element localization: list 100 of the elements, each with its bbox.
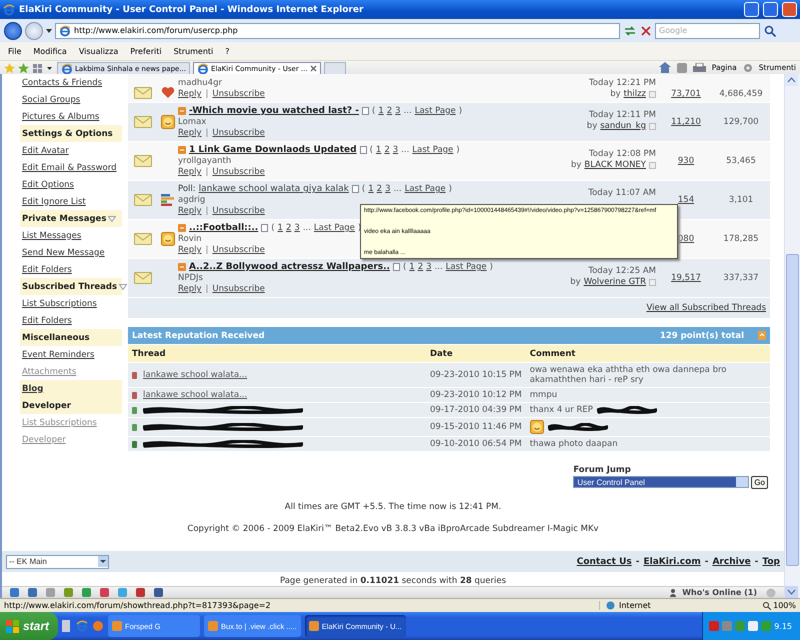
tab-grid-icon[interactable] <box>32 63 54 74</box>
page-link[interactable]: 3 <box>395 106 401 116</box>
footer-link[interactable]: ElaKiri.com <box>644 556 701 566</box>
menu-item[interactable]: Strumenti <box>168 46 220 56</box>
page-link[interactable]: 3 <box>385 184 390 194</box>
page-link[interactable]: Last Page <box>314 223 355 233</box>
page-link[interactable]: 2 <box>286 223 292 233</box>
back-button[interactable] <box>4 22 22 40</box>
replies-count[interactable]: 080 <box>678 234 694 244</box>
sidebar-link[interactable]: Edit Avatar <box>22 146 69 156</box>
page-link[interactable]: 2 <box>386 106 392 116</box>
reply-link[interactable]: Reply <box>178 89 202 99</box>
go-button[interactable]: Go <box>751 476 768 489</box>
thread-link[interactable]: lankawe school walata... <box>143 370 248 380</box>
thread-title-link[interactable]: -Which movie you watched last? - <box>189 106 359 116</box>
page-link[interactable]: 1 <box>378 106 384 116</box>
tray-icon[interactable] <box>709 621 720 631</box>
page-link[interactable]: 3 <box>294 223 300 233</box>
home-icon[interactable] <box>658 62 671 73</box>
sidebar-link[interactable]: Pictures & Albums <box>22 112 100 122</box>
page-link[interactable]: 1 <box>368 184 374 194</box>
dropdown-caret-icon[interactable] <box>119 284 128 290</box>
reply-link[interactable]: Reply <box>178 245 202 255</box>
menu-item[interactable]: Visualizza <box>72 46 124 56</box>
page-link[interactable]: 1 <box>409 262 415 272</box>
whos-online-button[interactable]: Who's Online (1) <box>670 588 757 597</box>
go-to-post-icon[interactable] <box>649 162 656 168</box>
page-link[interactable]: 3 <box>392 145 398 155</box>
scrollbar-thumb[interactable] <box>786 254 799 566</box>
page-link[interactable]: 1 <box>376 145 382 155</box>
address-field[interactable]: http://www.elakiri.com/forum/usercp.php <box>55 22 620 38</box>
stop-icon[interactable] <box>640 24 652 36</box>
menu-item[interactable]: File <box>2 46 28 56</box>
unsubscribe-link[interactable]: Unsubscribe <box>212 245 265 255</box>
page-link[interactable]: 2 <box>384 145 390 155</box>
replies-count[interactable]: 154 <box>678 195 694 205</box>
page-link[interactable]: Last Page <box>414 106 456 116</box>
section-link[interactable]: Blog <box>22 384 44 394</box>
favorites-star-icon[interactable] <box>4 63 15 74</box>
unsubscribe-link[interactable]: Unsubscribe <box>212 128 265 138</box>
replies-count[interactable]: 73,701 <box>671 89 701 99</box>
quick-launch-icon[interactable] <box>92 620 104 632</box>
page-link[interactable]: 2 <box>376 184 382 194</box>
sidebar-link[interactable]: Event Reminders <box>22 350 94 360</box>
gear-icon[interactable] <box>742 62 753 72</box>
footer-link[interactable]: Archive <box>712 556 751 566</box>
page-link[interactable]: 3 <box>426 262 432 272</box>
sidebar-link[interactable]: Social Groups <box>22 94 80 104</box>
thread-title-link[interactable]: lankawe school walata giya kalak <box>198 184 349 194</box>
last-poster-link[interactable]: thilzz <box>624 89 646 99</box>
replies-count[interactable]: 19,517 <box>671 273 701 283</box>
sidebar-link[interactable]: List Messages <box>22 230 82 240</box>
thread-title-link[interactable]: 1 Link Game Downlaods Updated <box>189 145 357 155</box>
page-link[interactable]: Last Page <box>446 262 487 272</box>
unsubscribe-link[interactable]: Unsubscribe <box>212 206 265 216</box>
go-to-post-icon[interactable] <box>649 90 656 98</box>
unsubscribe-link[interactable]: Unsubscribe <box>212 284 265 294</box>
page-link[interactable]: 1 <box>278 223 283 233</box>
sidebar-link[interactable]: Edit Ignore List <box>22 196 86 206</box>
collapse-icon[interactable] <box>758 331 766 340</box>
zoom-level[interactable]: 100% <box>773 601 796 610</box>
sidebar-link[interactable]: List Subscriptions <box>22 298 97 308</box>
sidebar-link[interactable]: List Subscriptions <box>22 418 97 428</box>
unsubscribe-link[interactable]: Unsubscribe <box>212 167 265 177</box>
add-favorite-icon[interactable] <box>18 63 29 74</box>
page-link[interactable]: 2 <box>418 262 424 272</box>
reply-link[interactable]: Reply <box>178 167 202 177</box>
last-poster-link[interactable]: sandun_kg <box>600 121 646 131</box>
thread-title-link[interactable]: ..::Football::.. <box>189 223 258 233</box>
close-icon[interactable] <box>310 65 317 72</box>
sidebar-link[interactable]: Edit Folders <box>22 264 72 274</box>
scroll-up-icon[interactable] <box>785 74 798 86</box>
maximize-button[interactable] <box>763 2 778 17</box>
search-icon[interactable] <box>763 24 777 38</box>
quick-launch-icon[interactable] <box>62 620 72 632</box>
close-button[interactable] <box>782 2 797 17</box>
unsubscribe-link[interactable]: Unsubscribe <box>212 89 265 99</box>
page-link[interactable]: Last Page <box>412 145 454 155</box>
replies-count[interactable]: 11,210 <box>671 117 701 127</box>
menu-item[interactable]: Modifica <box>27 46 73 56</box>
reply-link[interactable]: Reply <box>178 128 202 138</box>
scroll-down-icon[interactable] <box>785 586 798 598</box>
reply-link[interactable]: Reply <box>178 206 202 216</box>
go-to-post-icon[interactable] <box>649 278 656 286</box>
caret-icon[interactable] <box>46 28 52 32</box>
tray-icon[interactable] <box>748 621 758 631</box>
start-button[interactable]: start <box>0 612 58 640</box>
search-field[interactable]: Google <box>655 22 760 38</box>
sidebar-link[interactable]: Send New Message <box>22 248 105 258</box>
style-select[interactable]: -- EK Main <box>6 554 109 568</box>
zoom-icon[interactable] <box>763 602 772 610</box>
thread-title-link[interactable]: A..2..Z Bollywood actressz Wallpapers.. <box>189 262 390 272</box>
sidebar-link[interactable]: Edit Folders <box>22 316 72 326</box>
menu-item[interactable]: ? <box>219 46 236 56</box>
print-icon[interactable] <box>692 62 706 72</box>
menu-item[interactable]: Preferiti <box>124 46 168 56</box>
reply-link[interactable]: Reply <box>178 284 202 294</box>
footer-link[interactable]: Top <box>762 556 780 566</box>
view-all-link[interactable]: View all Subscribed Threads <box>646 303 766 313</box>
last-poster-link[interactable]: BLACK MONEY <box>584 160 646 170</box>
